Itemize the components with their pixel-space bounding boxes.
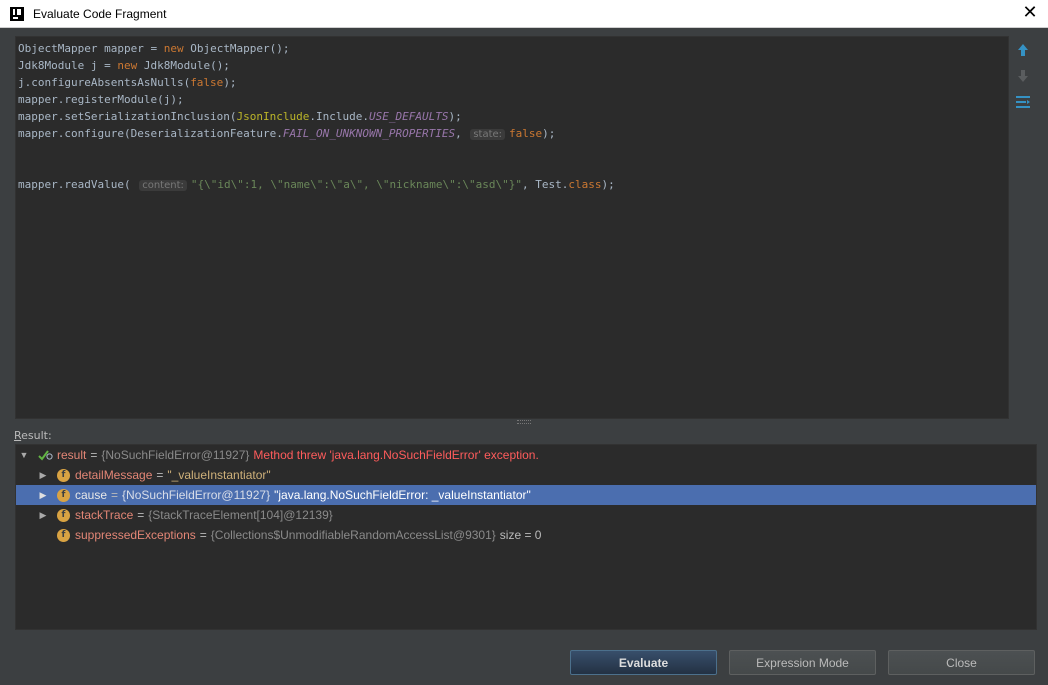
code-token: false xyxy=(509,127,543,140)
code-line[interactable]: mapper.configure(DeserializationFeature.… xyxy=(18,125,615,142)
field-icon: f xyxy=(57,488,70,502)
code-token: false xyxy=(190,76,224,89)
field-value: "java.lang.NoSuchFieldError: _valueInsta… xyxy=(274,488,531,502)
code-token: j.configureAbsentsAsNulls( xyxy=(18,76,191,89)
code-token: Jdk8Module j = xyxy=(18,59,118,72)
tree-row-stackTrace[interactable]: ▶ f stackTrace = {StackTraceElement[104]@121… xyxy=(16,505,1036,525)
arrow-down-icon[interactable] xyxy=(1013,66,1033,86)
code-token: JsonInclude xyxy=(236,110,310,123)
error-message: Method threw 'java.lang.NoSuchFieldError… xyxy=(253,448,539,462)
code-line[interactable]: mapper.readValue( content: "{\"id\":1, \"… xyxy=(18,176,615,193)
field-name: stackTrace xyxy=(75,508,134,522)
result-label: Result: xyxy=(14,429,52,442)
code-token: USE_DEFAULTS xyxy=(369,110,449,123)
code-token: Jdk8Module(); xyxy=(137,59,230,72)
result-reference: {NoSuchFieldError@11927} xyxy=(101,448,250,462)
parameter-hint: state: xyxy=(470,129,506,140)
watch-result-icon xyxy=(38,449,54,461)
equals-sign: = xyxy=(199,528,207,542)
result-name: result xyxy=(57,448,87,462)
tree-row-suppressedExceptions[interactable]: f suppressedExceptions = {Collections$Unmod… xyxy=(16,525,1036,545)
equals-sign: = xyxy=(156,468,164,482)
tree-row-result[interactable]: ▼ result = {NoSuchFieldError@11927} Meth… xyxy=(16,445,1036,465)
field-value: "_valueInstantiator" xyxy=(167,468,271,482)
parameter-hint: content: xyxy=(139,180,187,191)
field-icon: f xyxy=(57,528,70,542)
collapse-arrow-icon[interactable]: ▼ xyxy=(19,450,29,460)
code-token: , Test. xyxy=(522,178,569,191)
code-token: mapper.setSerializationInclusion( xyxy=(18,110,237,123)
field-reference: {NoSuchFieldError@11927} xyxy=(122,488,271,502)
field-name: cause xyxy=(75,488,108,502)
tree-row-cause[interactable]: ▶ f cause = {NoSuchFieldError@11927} "java.la… xyxy=(16,485,1036,505)
splitter-handle[interactable] xyxy=(517,420,531,424)
code-line[interactable]: mapper.setSerializationInclusion(JsonInc… xyxy=(18,108,615,125)
code-token: ); xyxy=(448,110,462,123)
code-token: ObjectMapper(); xyxy=(183,42,290,55)
code-token: mapper.registerModule(j); xyxy=(18,93,184,106)
tree-row-detailMessage[interactable]: ▶ f detailMessage = "_valueInstantiator" xyxy=(16,465,1036,485)
code-line[interactable]: mapper.registerModule(j); xyxy=(18,91,615,108)
arrow-up-icon[interactable] xyxy=(1013,40,1033,60)
code-line[interactable]: ObjectMapper mapper = new ObjectMapper()… xyxy=(18,40,615,57)
code-token: ); xyxy=(223,76,237,89)
field-name: suppressedExceptions xyxy=(75,528,196,542)
field-icon: f xyxy=(57,508,70,522)
intellij-logo-icon xyxy=(10,6,24,21)
code-token: ); xyxy=(542,127,556,140)
code-line[interactable]: Jdk8Module j = new Jdk8Module(); xyxy=(18,57,615,74)
code-token: FAIL_ON_UNKNOWN_PROPERTIES xyxy=(282,127,456,140)
code-token: new xyxy=(117,59,138,72)
code-token: "{\"id\":1, \"name\":\"a\", \"nickname\"… xyxy=(190,178,523,191)
field-reference: {Collections$UnmodifiableRandomAccessLis… xyxy=(210,528,496,542)
code-token: ); xyxy=(601,178,615,191)
settings-wrap-icon[interactable] xyxy=(1013,92,1033,112)
equals-sign: = xyxy=(137,508,145,522)
code-line[interactable]: j.configureAbsentsAsNulls(false); xyxy=(18,74,615,91)
expression-mode-button[interactable]: Expression Mode xyxy=(729,650,876,675)
equals-sign: = xyxy=(111,488,119,502)
title-bar: Evaluate Code Fragment ✕ xyxy=(0,0,1048,28)
code-token: .Include. xyxy=(309,110,370,123)
code-token: class xyxy=(568,178,602,191)
field-reference: {StackTraceElement[104]@12139} xyxy=(148,508,333,522)
code-token: , xyxy=(455,127,469,140)
evaluate-button[interactable]: Evaluate xyxy=(570,650,717,675)
field-name: detailMessage xyxy=(75,468,153,482)
history-toolbar xyxy=(1013,40,1035,118)
close-button[interactable]: Close xyxy=(888,650,1035,675)
expand-arrow-icon[interactable]: ▶ xyxy=(38,470,48,480)
code-token: mapper.readValue( xyxy=(18,178,138,191)
result-tree[interactable]: ▼ result = {NoSuchFieldError@11927} Meth… xyxy=(15,444,1037,630)
code-token: ObjectMapper mapper = xyxy=(18,42,164,55)
expand-arrow-icon[interactable]: ▶ xyxy=(38,510,48,520)
expand-arrow-icon[interactable]: ▶ xyxy=(38,490,48,500)
field-extra: size = 0 xyxy=(499,528,542,542)
field-icon: f xyxy=(57,468,70,482)
code-editor[interactable]: ObjectMapper mapper = new ObjectMapper()… xyxy=(15,36,1009,419)
code-token: mapper.configure(DeserializationFeature. xyxy=(18,127,283,140)
close-window-icon[interactable]: ✕ xyxy=(1018,2,1042,26)
code-line[interactable] xyxy=(18,159,615,176)
code-text[interactable]: ObjectMapper mapper = new ObjectMapper()… xyxy=(18,40,615,193)
window-title: Evaluate Code Fragment xyxy=(33,6,167,21)
equals-sign: = xyxy=(90,448,98,462)
code-line[interactable] xyxy=(18,142,615,159)
code-token: new xyxy=(163,42,184,55)
